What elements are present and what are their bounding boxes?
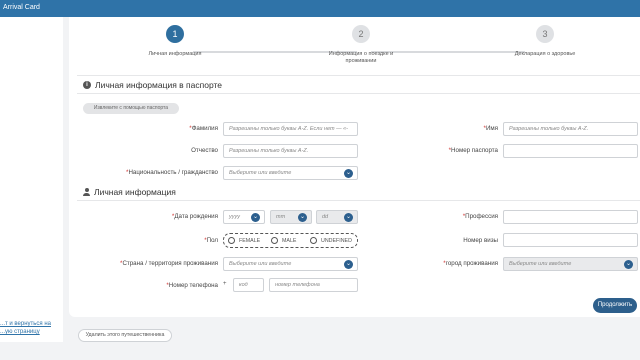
patronymic-label: Отчество — [191, 147, 218, 154]
main-form-card: 1 Личная информация 2 Информация о поезд… — [69, 17, 640, 317]
nationality-select[interactable]: Выберите или введите ⌄ — [223, 166, 358, 180]
gender-radio-group: FEMALE MALE UNDEFINED — [223, 233, 358, 248]
step-3-number: 3 — [536, 25, 554, 43]
step-1-number: 1 — [166, 25, 184, 43]
phone-plus-sign: + — [223, 281, 227, 287]
info-icon: i — [83, 81, 91, 89]
radio-icon[interactable] — [271, 237, 278, 244]
step-1-label: Личная информация — [148, 51, 202, 57]
step-3-label: Декларация о здоровье — [514, 51, 576, 57]
nationality-placeholder: Выберите или введите — [229, 170, 292, 176]
back-link[interactable]: ...т и вернуться на ...ую страницу — [0, 320, 60, 336]
birth-year-select[interactable]: yyyy ⌄ — [223, 210, 265, 224]
radio-icon[interactable] — [310, 237, 317, 244]
app-title: Arrival Card — [3, 4, 40, 11]
step-2-number: 2 — [352, 25, 370, 43]
sidebar: ...т и вернуться на ...ую страницу — [0, 17, 63, 342]
year-placeholder: yyyy — [229, 214, 240, 220]
surname-label: *Фамилия — [189, 125, 218, 132]
passport-number-label: *Номер паспорта — [448, 147, 498, 154]
city-label: *город проживания — [443, 260, 498, 267]
phone-number-input[interactable]: номер телефона — [269, 278, 358, 292]
top-bar: Arrival Card — [0, 0, 640, 17]
name-input[interactable]: Разрешены только буквы A-Z. — [503, 122, 638, 136]
person-icon — [83, 188, 90, 196]
birth-day-select[interactable]: dd ⌄ — [316, 210, 358, 224]
chevron-down-icon[interactable]: ⌄ — [251, 213, 260, 222]
delete-traveler-button[interactable]: Удалить этого путешественника — [78, 329, 172, 342]
passport-section-title: i Личная информация в паспорте — [83, 80, 222, 90]
name-label: *Имя — [483, 125, 498, 132]
day-placeholder: dd — [322, 214, 329, 220]
chevron-down-icon[interactable]: ⌄ — [298, 213, 307, 222]
chevron-down-icon[interactable]: ⌄ — [624, 260, 633, 269]
extract-passport-button[interactable]: Извлеките с помощью паспорта — [83, 103, 179, 114]
passport-section-title-text: Личная информация в паспорте — [95, 80, 223, 90]
country-select[interactable]: Выберите или введите ⌄ — [223, 257, 358, 271]
step-2-label: Информация о поездке и проживании — [328, 51, 394, 64]
divider — [77, 93, 640, 94]
profession-input[interactable] — [503, 210, 638, 224]
month-placeholder: mm — [276, 214, 286, 220]
continue-button[interactable]: Продолжить — [593, 298, 637, 313]
visa-number-label: Номер визы — [463, 237, 498, 244]
phone-label: *Номер телефона — [166, 282, 218, 289]
passport-number-input[interactable] — [503, 144, 638, 158]
patronymic-input[interactable]: Разрешены только буквы A-Z. — [223, 144, 358, 158]
birth-month-select[interactable]: mm ⌄ — [270, 210, 312, 224]
gender-option-male[interactable]: MALE — [271, 237, 296, 244]
country-label: *Страна / территория проживания — [120, 260, 218, 267]
profession-label: *Профессия — [462, 213, 498, 220]
personal-section-title: Личная информация — [83, 187, 176, 197]
step-3: 3 Декларация о здоровье — [505, 25, 585, 58]
step-2: 2 Информация о поездке и проживании — [321, 25, 401, 65]
chevron-down-icon[interactable]: ⌄ — [344, 260, 353, 269]
country-placeholder: Выберите или введите — [229, 261, 292, 267]
gender-option-female[interactable]: FEMALE — [228, 237, 260, 244]
visa-number-input[interactable] — [503, 233, 638, 247]
chevron-down-icon[interactable]: ⌄ — [344, 169, 353, 178]
chevron-down-icon[interactable]: ⌄ — [344, 213, 353, 222]
divider — [77, 200, 640, 201]
phone-code-input[interactable]: код — [233, 278, 264, 292]
personal-section-title-text: Личная информация — [94, 187, 176, 197]
step-1: 1 Личная информация — [135, 25, 215, 58]
city-placeholder: Выберите или введите — [509, 261, 572, 267]
nationality-label: *Национальность / гражданство — [126, 169, 218, 176]
surname-input[interactable]: Разрешены только буквы A-Z. Если нет — «… — [223, 122, 358, 136]
radio-icon[interactable] — [228, 237, 235, 244]
birth-date-label: *Дата рождения — [171, 213, 218, 220]
gender-label: *Пол — [204, 237, 218, 244]
divider — [77, 75, 640, 76]
gender-option-undefined[interactable]: UNDEFINED — [310, 237, 352, 244]
city-select[interactable]: Выберите или введите ⌄ — [503, 257, 638, 271]
